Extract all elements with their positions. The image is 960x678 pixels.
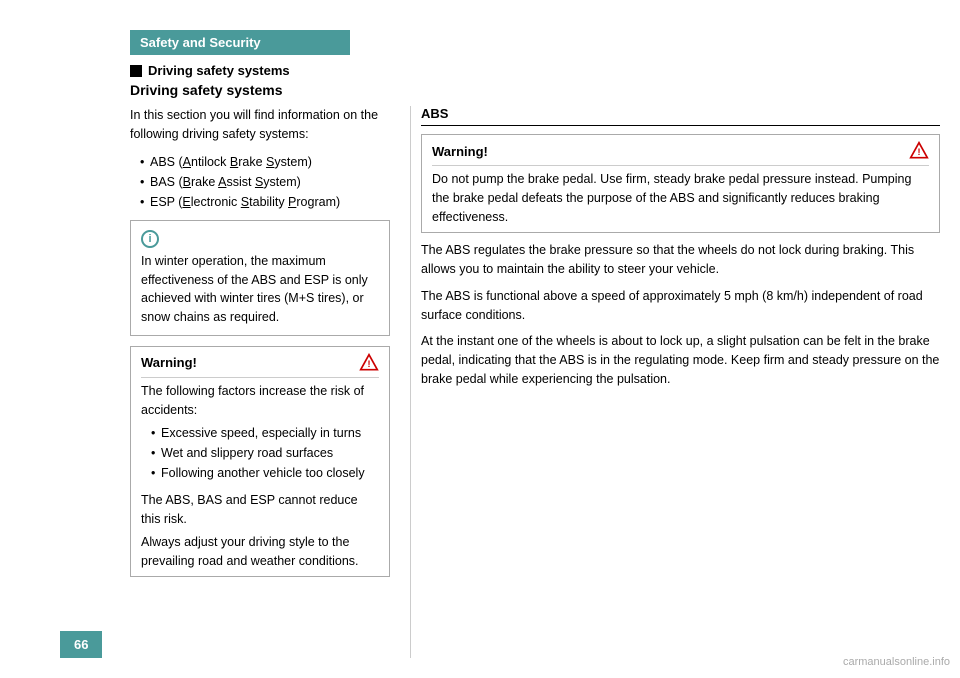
list-item: Wet and slippery road surfaces bbox=[151, 443, 379, 463]
abs-title: ABS bbox=[421, 106, 940, 126]
underline-s2: S bbox=[255, 175, 263, 189]
warning-text-right: Do not pump the brake pedal. Use firm, s… bbox=[432, 170, 929, 226]
black-square-icon bbox=[130, 65, 142, 77]
warning-cannot-reduce: The ABS, BAS and ESP cannot reduce this … bbox=[141, 491, 379, 529]
warning-header-right: Warning! ! bbox=[432, 141, 929, 166]
page-container: Safety and Security Driving safety syste… bbox=[0, 0, 960, 678]
info-icon: i bbox=[141, 230, 159, 248]
left-column: In this section you will find informatio… bbox=[130, 106, 390, 658]
info-box: i In winter operation, the maximum effec… bbox=[130, 220, 390, 336]
two-col-layout: In this section you will find informatio… bbox=[130, 106, 940, 658]
list-item: ESP (Electronic Stability Program) bbox=[140, 192, 390, 212]
right-column: ABS Warning! ! Do not pump the brake ped… bbox=[410, 106, 940, 658]
intro-text: In this section you will find informatio… bbox=[130, 106, 390, 144]
systems-list: ABS (Antilock Brake System) BAS (Brake A… bbox=[140, 152, 390, 212]
subsection-label: Driving safety systems bbox=[130, 63, 940, 78]
section-header: Safety and Security bbox=[130, 30, 350, 55]
svg-text:!: ! bbox=[367, 359, 370, 369]
list-item: Excessive speed, especially in turns bbox=[151, 423, 379, 443]
warning-factors-list: Excessive speed, especially in turns Wet… bbox=[151, 423, 379, 483]
watermark: carmanualsonline.info bbox=[843, 656, 950, 668]
warning-factors-text: The following factors increase the risk … bbox=[141, 382, 379, 420]
list-item: Following another vehicle too closely bbox=[151, 463, 379, 483]
abs-para-1: The ABS regulates the brake pressure so … bbox=[421, 241, 940, 279]
underline-p: P bbox=[288, 195, 296, 209]
underline-b2: B bbox=[183, 175, 191, 189]
warning-header-left: Warning! ! bbox=[141, 353, 379, 378]
list-item: BAS (Brake Assist System) bbox=[140, 172, 390, 192]
svg-text:!: ! bbox=[917, 147, 920, 157]
warning-always-adjust: Always adjust your driving style to the … bbox=[141, 533, 379, 571]
section-title: Safety and Security bbox=[140, 35, 261, 50]
info-box-text: In winter operation, the maximum effecti… bbox=[141, 252, 379, 327]
abs-para-3: At the instant one of the wheels is abou… bbox=[421, 332, 940, 388]
subsection-heading: Driving safety systems bbox=[130, 82, 940, 98]
warning-triangle-icon-left: ! bbox=[359, 353, 379, 373]
warning-label-left: Warning! bbox=[141, 355, 197, 370]
warning-triangle-icon-right: ! bbox=[909, 141, 929, 161]
warning-box-left: Warning! ! The following factors increas… bbox=[130, 346, 390, 578]
underline-b: B bbox=[230, 155, 238, 169]
warning-box-right: Warning! ! Do not pump the brake pedal. … bbox=[421, 134, 940, 233]
underline-s: S bbox=[266, 155, 274, 169]
left-strip bbox=[0, 0, 120, 678]
abs-para-2: The ABS is functional above a speed of a… bbox=[421, 287, 940, 325]
underline-e: E bbox=[182, 195, 190, 209]
underline-st: S bbox=[241, 195, 249, 209]
warning-label-right: Warning! bbox=[432, 144, 488, 159]
underline-a: A bbox=[183, 155, 191, 169]
list-item: ABS (Antilock Brake System) bbox=[140, 152, 390, 172]
main-content: Safety and Security Driving safety syste… bbox=[120, 0, 960, 678]
underline-a2: A bbox=[218, 175, 226, 189]
page-number: 66 bbox=[60, 631, 102, 658]
